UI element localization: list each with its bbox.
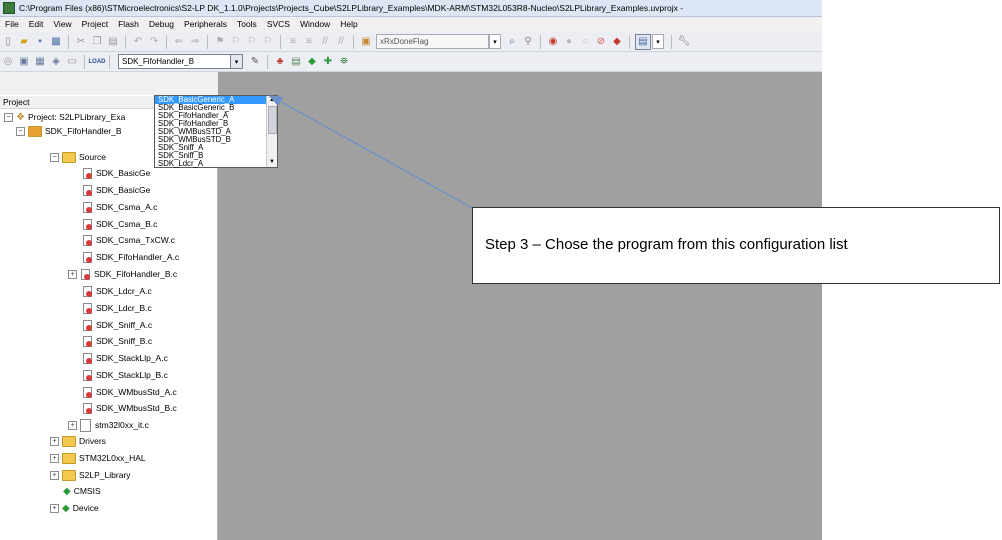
callout-text: Step 3 – Chose the program from this con…	[485, 236, 848, 253]
callout-box: Step 3 – Chose the program from this con…	[472, 207, 1000, 284]
arrow-head	[268, 95, 283, 106]
arrow-line	[275, 98, 477, 211]
